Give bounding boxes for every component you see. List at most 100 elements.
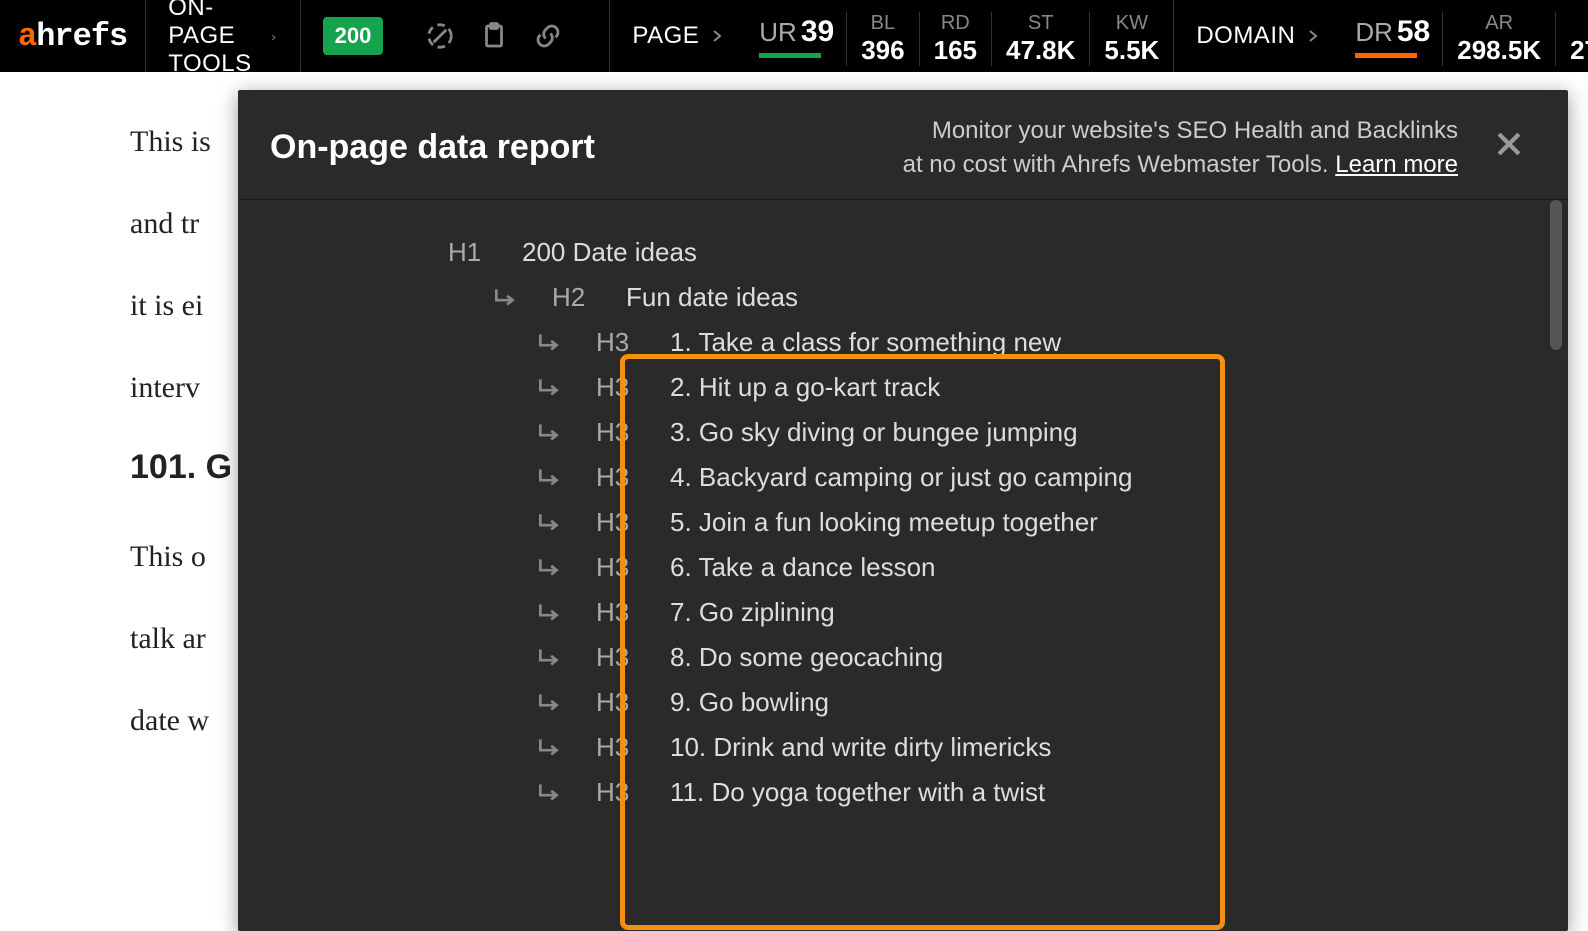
heading-row-h3[interactable]: H33. Go sky diving or bungee jumping	[536, 410, 1548, 455]
status-badge: 200	[323, 17, 384, 55]
heading-row-h3[interactable]: H3 6. Take a dance lesson	[536, 545, 1548, 590]
indent-arrow-icon	[536, 330, 566, 356]
heading-tag: H3	[596, 372, 640, 403]
indent-arrow-icon	[536, 420, 566, 446]
heading-text: Fun date ideas	[626, 282, 798, 313]
heading-text: 6. Take a dance lesson	[670, 552, 935, 583]
heading-row-h3[interactable]: H3 4. Backyard camping or just go camping	[536, 455, 1548, 500]
heading-text: 9. Go bowling	[670, 687, 829, 718]
heading-tag: H3	[596, 327, 640, 358]
heading-text: 10. Drink and write dirty limericks	[670, 732, 1051, 763]
metric-value: 47.8K	[1006, 35, 1075, 66]
heading-text: 8. Do some geocaching	[670, 642, 943, 673]
indent-arrow-icon	[536, 465, 566, 491]
broken-link-icon[interactable]	[425, 21, 455, 51]
domain-section[interactable]: DOMAIN	[1173, 0, 1343, 72]
heading-row-h1[interactable]: H1 200 Date ideas	[448, 230, 1548, 275]
heading-text: 2. Hit up a go-kart track	[670, 372, 940, 403]
close-icon[interactable]	[1482, 127, 1536, 168]
heading-text: 7. Go ziplining	[670, 597, 835, 628]
heading-row-h3[interactable]: H3 5. Join a fun looking meetup together	[536, 500, 1548, 545]
metric-label: RD	[941, 12, 970, 35]
domain-label: DOMAIN	[1196, 22, 1295, 50]
indent-arrow-icon	[536, 690, 566, 716]
heading-row-h3[interactable]: H3 8. Do some geocaching	[536, 635, 1548, 680]
heading-tag: H3	[596, 552, 640, 583]
metric-bl: BL396	[846, 12, 918, 66]
on-page-tools-label: ON-PAGE TOOLS	[168, 0, 260, 78]
metric-value: 5.5K	[1104, 35, 1159, 66]
indent-arrow-icon	[536, 510, 566, 536]
learn-more-link[interactable]: Learn more	[1335, 151, 1458, 178]
indent-arrow-icon	[536, 645, 566, 671]
panel-promo-text: Monitor your website's SEO Health and Ba…	[903, 114, 1458, 181]
metric-label: ST	[1028, 12, 1054, 35]
metric-label: AR	[1485, 12, 1513, 35]
metric-bl: BL27.2K	[1555, 12, 1588, 66]
metric-st: ST47.8K	[991, 12, 1089, 66]
heading-tag: H3	[596, 777, 640, 808]
indent-arrow-icon	[536, 735, 566, 761]
ur-label: UR	[759, 17, 797, 48]
metric-value: 27.2K	[1570, 35, 1588, 66]
heading-tag: H1	[448, 237, 492, 268]
metric-ar: AR298.5K	[1442, 12, 1555, 66]
heading-tag: H3	[596, 642, 640, 673]
on-page-data-panel: On-page data report Monitor your website…	[238, 90, 1568, 931]
domain-metrics: AR298.5KBL27.2K	[1442, 0, 1588, 72]
metric-label: BL	[871, 12, 895, 35]
ahrefs-toolbar: ahrefs ON-PAGE TOOLS 200 PAGE UR 39 BL39…	[0, 0, 1588, 72]
heading-tag: H3	[596, 507, 640, 538]
on-page-tools-section[interactable]: ON-PAGE TOOLS	[145, 0, 299, 72]
heading-tag: H3	[596, 597, 640, 628]
chevron-right-icon	[270, 28, 277, 44]
page-metrics: BL396RD165ST47.8KKW5.5K	[846, 0, 1173, 72]
ur-bar	[759, 53, 821, 58]
chevron-right-icon	[709, 28, 725, 44]
heading-text: 1. Take a class for something new	[670, 327, 1061, 358]
indent-arrow-icon	[536, 600, 566, 626]
panel-body: H1 200 Date ideas H2 Fun date ideas H3 1. Tak…	[238, 200, 1568, 931]
heading-row-h3[interactable]: H3 11. Do yoga together with a twist	[536, 770, 1548, 815]
heading-row-h3[interactable]: H3 10. Drink and write dirty limericks	[536, 725, 1548, 770]
indent-arrow-icon	[492, 285, 522, 311]
clipboard-icon[interactable]	[479, 21, 509, 51]
panel-header: On-page data report Monitor your website…	[238, 90, 1568, 200]
indent-arrow-icon	[536, 375, 566, 401]
metric-value: 298.5K	[1457, 35, 1541, 66]
tools-badges: 200	[300, 0, 610, 72]
ahrefs-logo: ahrefs	[0, 18, 145, 55]
dr-label: DR	[1355, 17, 1393, 48]
panel-title: On-page data report	[270, 128, 595, 167]
heading-row-h3[interactable]: H3 9. Go bowling	[536, 680, 1548, 725]
heading-row-h2[interactable]: H2 Fun date ideas	[492, 275, 1548, 320]
dr-metric: DR 58	[1343, 0, 1442, 72]
heading-tag: H3	[596, 732, 640, 763]
heading-text: 4. Backyard camping or just go camping	[670, 462, 1132, 493]
metric-kw: KW5.5K	[1089, 12, 1173, 66]
heading-row-h3[interactable]: H3 2. Hit up a go-kart track	[536, 365, 1548, 410]
heading-text: 200 Date ideas	[522, 237, 697, 268]
ur-value: 39	[801, 15, 834, 49]
heading-text: 3. Go sky diving or bungee jumping	[670, 417, 1078, 448]
heading-text: 5. Join a fun looking meetup together	[670, 507, 1098, 538]
metric-rd: RD165	[919, 12, 991, 66]
headings-list: H1 200 Date ideas H2 Fun date ideas H3 1. Tak…	[448, 230, 1548, 815]
metric-label: KW	[1116, 12, 1148, 35]
scrollbar-thumb[interactable]	[1550, 200, 1562, 350]
link-icon[interactable]	[533, 21, 563, 51]
heading-tag: H3	[596, 687, 640, 718]
heading-row-h3[interactable]: H3 7. Go ziplining	[536, 590, 1548, 635]
heading-tag: H3	[596, 462, 640, 493]
metric-value: 396	[861, 35, 904, 66]
page-section[interactable]: PAGE	[609, 0, 747, 72]
indent-arrow-icon	[536, 555, 566, 581]
page-label: PAGE	[632, 22, 699, 50]
heading-tag: H2	[552, 282, 596, 313]
chevron-right-icon	[1305, 28, 1321, 44]
indent-arrow-icon	[536, 780, 566, 806]
dr-value: 58	[1397, 15, 1430, 49]
heading-row-h3[interactable]: H3 1. Take a class for something new	[536, 320, 1548, 365]
heading-text: 11. Do yoga together with a twist	[670, 777, 1045, 808]
metric-value: 165	[934, 35, 977, 66]
